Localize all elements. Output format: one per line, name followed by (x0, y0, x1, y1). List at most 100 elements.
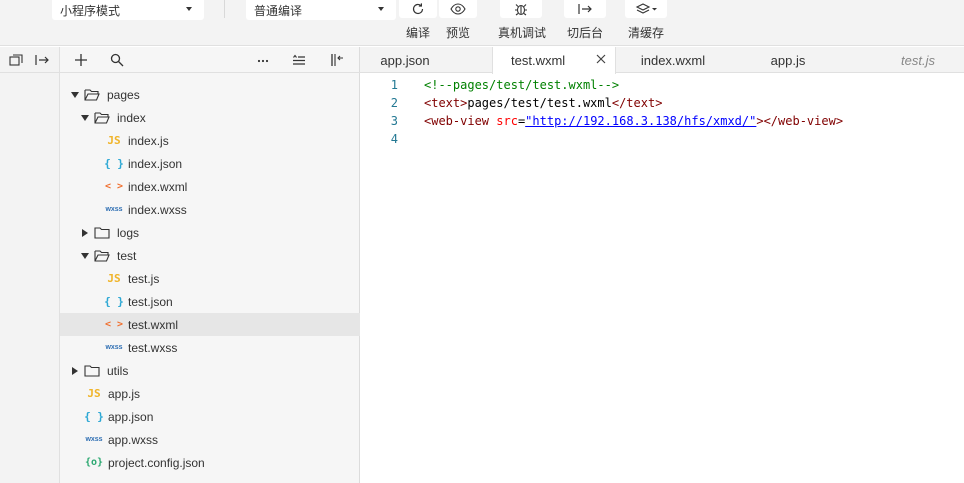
tree-file-test-json[interactable]: { } test.json (60, 290, 360, 313)
tree-file-index-wxss[interactable]: wxss index.wxss (60, 198, 360, 221)
folder-open-icon (94, 111, 110, 124)
refresh-icon (412, 3, 424, 15)
toolbar-divider (224, 0, 225, 18)
tree-folder-test[interactable]: test (60, 244, 360, 267)
clear-cache-label: 清缓存 (628, 26, 665, 40)
line-number: 4 (390, 132, 398, 146)
close-icon[interactable] (595, 53, 607, 65)
code-line: 3 <web-view src="http://192.168.3.138/hf… (360, 112, 964, 130)
code-tag: <web-view (424, 114, 497, 128)
collapse-panel-icon[interactable] (330, 53, 344, 67)
bug-icon (515, 4, 527, 16)
preview-label: 预览 (446, 26, 471, 40)
panel-toggle-icon[interactable] (34, 54, 50, 66)
tree-item-label: project.config.json (108, 455, 205, 470)
code-tag: ></web-view> (756, 114, 844, 128)
compile-select-value: 普通编译 (254, 3, 303, 18)
tree-folder-pages[interactable]: pages (60, 83, 360, 106)
line-number: 3 (390, 114, 398, 128)
search-icon[interactable] (110, 53, 124, 67)
file-tree: pages index JS index.js { } index.json <… (60, 83, 360, 474)
activity-bar (0, 47, 60, 483)
line-content: <text>pages/test/test.wxml</text> (424, 94, 662, 112)
tree-file-index-wxml[interactable]: < > index.wxml (60, 175, 360, 198)
js-file-icon: JS (107, 272, 121, 285)
code-tag: </text> (611, 96, 663, 110)
line-content: <web-view src="http://192.168.3.138/hfs/… (424, 112, 843, 130)
tree-file-app-js[interactable]: JS app.js (60, 382, 360, 405)
tab-app-js[interactable]: app.js (744, 47, 832, 73)
tree-folder-utils[interactable]: utils (60, 359, 360, 382)
switch-background-icon (578, 4, 592, 14)
code-text: pages/test/test.wxml (467, 96, 612, 110)
code-line: 2 <text>pages/test/test.wxml</text> (360, 94, 964, 112)
tree-file-app-json[interactable]: { } app.json (60, 405, 360, 428)
tree-item-label: test.json (128, 294, 173, 309)
tree-item-label: pages (107, 87, 140, 102)
mode-select-value: 小程序模式 (60, 3, 121, 18)
activity-bar-header (0, 47, 60, 73)
tree-file-app-wxss[interactable]: wxss app.wxss (60, 428, 360, 451)
chevron-right-icon (70, 366, 80, 376)
mode-select[interactable]: 小程序模式 (52, 0, 204, 20)
tree-file-index-js[interactable]: JS index.js (60, 129, 360, 152)
tree-file-test-js[interactable]: JS test.js (60, 267, 360, 290)
tab-app-json[interactable]: app.json (360, 47, 450, 73)
tree-folder-logs[interactable]: logs (60, 221, 360, 244)
explorer-header (60, 47, 360, 73)
file-explorer: pages index JS index.js { } index.json <… (60, 47, 360, 483)
tree-item-label: test.wxml (128, 317, 179, 332)
js-file-icon: JS (87, 387, 101, 400)
clear-cache-button[interactable] (625, 0, 667, 18)
js-file-icon: JS (107, 134, 121, 147)
sort-icon[interactable] (292, 53, 306, 67)
tab-label: app.json (380, 52, 430, 68)
remote-debug-button[interactable] (500, 0, 542, 18)
chevron-down-icon (70, 90, 80, 100)
code-string-link[interactable]: "http://192.168.3.138/hfs/xmxd/" (525, 114, 756, 128)
tree-folder-index[interactable]: index (60, 106, 360, 129)
add-icon[interactable] (74, 53, 88, 67)
tree-item-label: index.js (128, 133, 169, 148)
code-line: 1 <!--pages/test/test.wxml--> (360, 76, 964, 94)
more-icon[interactable] (256, 53, 270, 67)
tree-item-label: app.wxss (108, 432, 159, 447)
line-number: 1 (390, 78, 398, 92)
tree-item-label: test.js (128, 271, 160, 286)
switch-background-button[interactable] (564, 0, 606, 18)
folder-icon (94, 226, 110, 239)
editor-tabs: app.json test.wxml index.wxml app.js tes… (360, 47, 964, 74)
tree-file-test-wxml[interactable]: < > test.wxml (60, 313, 360, 336)
preview-button[interactable] (439, 0, 477, 18)
folder-open-icon (94, 249, 110, 262)
window-icon[interactable] (9, 54, 23, 66)
code-area[interactable]: 1 <!--pages/test/test.wxml--> 2 <text>pa… (360, 76, 964, 148)
chevron-down-icon (80, 113, 90, 123)
folder-open-icon (84, 88, 100, 101)
tab-test-wxml[interactable]: test.wxml (492, 47, 616, 74)
line-number: 2 (390, 96, 398, 110)
tree-file-index-json[interactable]: { } index.json (60, 152, 360, 175)
tree-item-label: index.json (128, 156, 183, 171)
tab-index-wxml[interactable]: index.wxml (622, 47, 724, 73)
code-line: 4 (360, 130, 964, 148)
json-file-icon: { } (104, 157, 124, 170)
config-file-icon: {o} (84, 457, 104, 468)
tree-file-project-config[interactable]: {o} project.config.json (60, 451, 360, 474)
tab-test-js[interactable]: test.js (874, 47, 962, 73)
tree-item-label: index.wxss (128, 202, 187, 217)
tab-label: app.js (770, 52, 806, 68)
compile-select[interactable]: 普通编译 (246, 0, 396, 20)
line-content: <!--pages/test/test.wxml--> (424, 76, 619, 94)
tab-label: index.wxml (640, 52, 706, 68)
compile-button[interactable] (399, 0, 437, 18)
eye-icon (450, 3, 466, 15)
remote-debug-label: 真机调试 (498, 26, 547, 40)
chevron-down-icon (186, 7, 192, 11)
tree-item-label: index.wxml (128, 179, 188, 194)
tree-file-test-wxss[interactable]: wxss test.wxss (60, 336, 360, 359)
switch-background-label: 切后台 (567, 26, 604, 40)
compile-label: 编译 (406, 26, 431, 40)
chevron-right-icon (80, 228, 90, 238)
json-file-icon: { } (104, 295, 124, 308)
